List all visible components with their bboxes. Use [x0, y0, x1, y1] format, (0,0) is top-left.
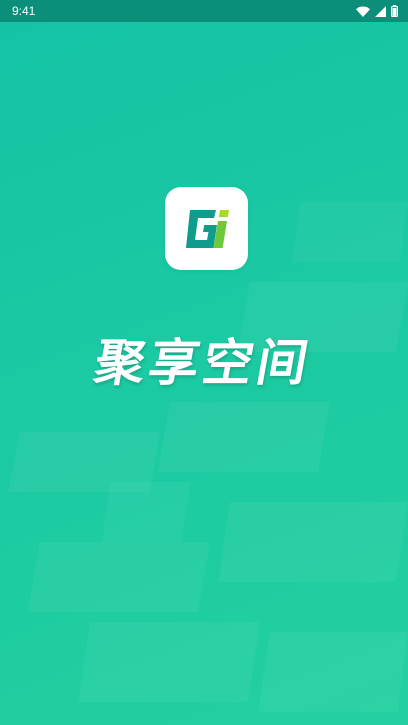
- cellular-signal-icon: [375, 5, 386, 17]
- status-bar: 9:41: [0, 0, 408, 22]
- app-logo-icon: [185, 209, 229, 248]
- status-time: 9:41: [12, 4, 36, 18]
- battery-icon: [391, 5, 398, 17]
- status-icons: [356, 5, 398, 17]
- app-logo: [165, 187, 248, 270]
- wifi-icon: [356, 6, 370, 17]
- app-name-title: 聚享空间: [90, 334, 317, 392]
